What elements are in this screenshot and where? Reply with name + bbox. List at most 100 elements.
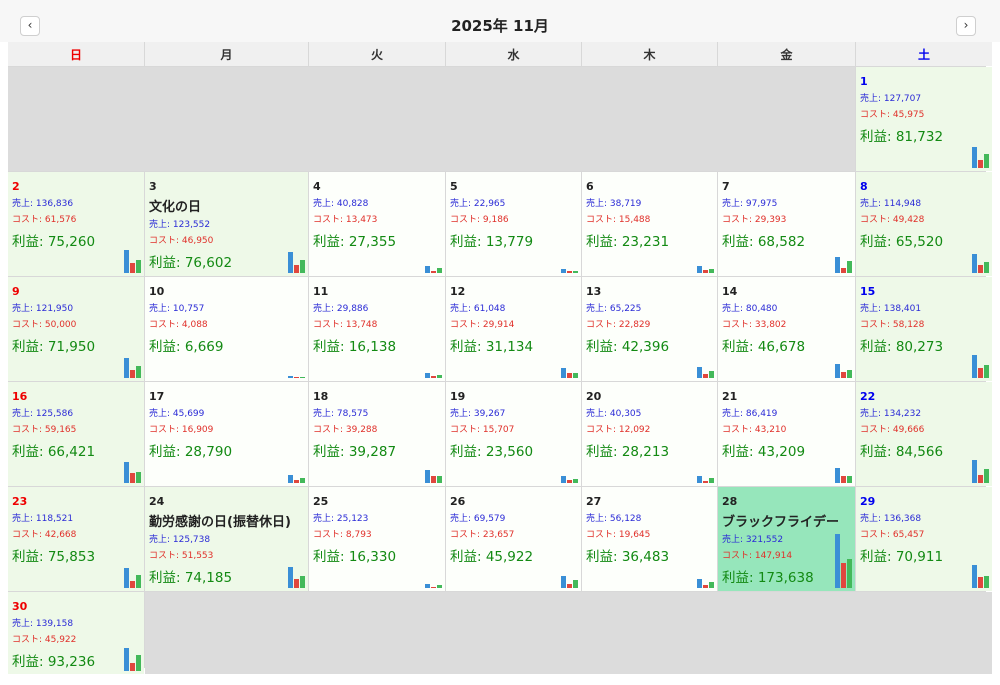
sales-amount: 売上: 134,232	[860, 409, 922, 419]
cost-bar	[130, 473, 135, 483]
day-cell[interactable]: 28 ブラックフライデー 売上: 321,552 コスト: 147,914 利益: 17…	[718, 487, 855, 591]
day-cell[interactable]: 7 売上: 97,975 コスト: 29,393 利益: 68,582	[718, 172, 855, 276]
profit-bar	[709, 269, 714, 273]
day-cell[interactable]: 10 売上: 10,757 コスト: 4,088 利益: 6,669	[145, 277, 308, 381]
profit-amount: 利益: 65,520	[860, 234, 944, 250]
profit-bar	[709, 582, 714, 588]
day-cell[interactable]: 24 勤労感謝の日(振替休日) 売上: 125,738 コスト: 51,553 利益: …	[145, 487, 308, 591]
cost-bar	[431, 476, 436, 483]
mini-bar-chart	[835, 322, 852, 378]
profit-bar	[136, 366, 141, 378]
sales-bar	[124, 462, 129, 483]
weekday-header: 木	[582, 42, 717, 66]
day-cell[interactable]: 8 売上: 114,948 コスト: 49,428 利益: 65,520	[856, 172, 992, 276]
day-number: 16	[12, 390, 28, 403]
day-cell[interactable]: 18 売上: 78,575 コスト: 39,288 利益: 39,287	[309, 382, 445, 486]
sales-bar	[972, 355, 977, 378]
cost-bar	[567, 584, 572, 588]
sales-bar	[288, 475, 293, 483]
day-cell[interactable]: 15 売上: 138,401 コスト: 58,128 利益: 80,273	[856, 277, 992, 381]
cost-amount: コスト: 13,748	[313, 320, 378, 330]
cost-bar	[703, 270, 708, 273]
day-cell[interactable]: 29 売上: 136,368 コスト: 65,457 利益: 70,911	[856, 487, 992, 591]
day-cell[interactable]: 12 売上: 61,048 コスト: 29,914 利益: 31,134	[446, 277, 581, 381]
cost-bar	[703, 585, 708, 588]
sales-bar	[972, 147, 977, 168]
mini-bar-chart	[561, 532, 578, 588]
next-month-button[interactable]: ›	[956, 16, 976, 36]
cost-bar	[978, 475, 983, 483]
profit-amount: 利益: 6,669	[149, 339, 224, 355]
day-cell[interactable]: 22 売上: 134,232 コスト: 49,666 利益: 84,566	[856, 382, 992, 486]
day-cell[interactable]: 9 売上: 121,950 コスト: 50,000 利益: 71,950	[8, 277, 144, 381]
profit-bar	[300, 576, 305, 588]
day-number: 30	[12, 600, 28, 613]
cost-amount: コスト: 59,165	[12, 425, 77, 435]
cost-bar	[978, 577, 983, 588]
profit-bar	[984, 365, 989, 378]
mini-bar-chart	[425, 217, 442, 273]
day-cell[interactable]: 16 売上: 125,586 コスト: 59,165 利益: 66,421	[8, 382, 144, 486]
cost-amount: コスト: 39,288	[313, 425, 378, 435]
day-cell[interactable]: 30 売上: 139,158 コスト: 45,922 利益: 93,236	[8, 592, 144, 674]
day-number: 5	[450, 180, 458, 193]
mini-bar-chart	[425, 427, 442, 483]
day-cell[interactable]: 27 売上: 56,128 コスト: 19,645 利益: 36,483	[582, 487, 717, 591]
profit-amount: 利益: 75,853	[12, 549, 96, 565]
day-cell[interactable]: 17 売上: 45,699 コスト: 16,909 利益: 28,790	[145, 382, 308, 486]
profit-bar	[573, 271, 578, 273]
cost-bar	[567, 271, 572, 273]
mini-bar-chart	[697, 217, 714, 273]
profit-bar	[136, 575, 141, 588]
day-cell[interactable]: 26 売上: 69,579 コスト: 23,657 利益: 45,922	[446, 487, 581, 591]
cost-amount: コスト: 29,914	[450, 320, 515, 330]
day-cell[interactable]: 2 売上: 136,836 コスト: 61,576 利益: 75,260	[8, 172, 144, 276]
cost-bar	[703, 481, 708, 483]
calendar-grid: 日月火水木金土 1 売上: 127,707 コスト: 45,975 利益: 81,732…	[8, 42, 992, 674]
profit-amount: 利益: 16,138	[313, 339, 397, 355]
cost-bar	[431, 376, 436, 378]
day-cell[interactable]: 23 売上: 118,521 コスト: 42,668 利益: 75,853	[8, 487, 144, 591]
mini-bar-chart	[288, 427, 305, 483]
day-number: 20	[586, 390, 602, 403]
cost-bar	[294, 480, 299, 483]
profit-bar	[847, 476, 852, 483]
profit-bar	[437, 375, 442, 378]
mini-bar-chart	[124, 532, 141, 588]
holiday-name: ブラックフライデー	[722, 515, 840, 530]
day-cell[interactable]: 14 売上: 80,480 コスト: 33,802 利益: 46,678	[718, 277, 855, 381]
profit-bar	[984, 262, 989, 273]
day-cell[interactable]: 19 売上: 39,267 コスト: 15,707 利益: 23,560	[446, 382, 581, 486]
sales-amount: 売上: 25,123	[313, 514, 369, 524]
day-number: 29	[860, 495, 876, 508]
day-cell[interactable]: 5 売上: 22,965 コスト: 9,186 利益: 13,779	[446, 172, 581, 276]
day-number: 13	[586, 285, 602, 298]
sales-bar	[561, 476, 566, 483]
cost-amount: コスト: 8,793	[313, 530, 372, 540]
day-cell[interactable]: 25 売上: 25,123 コスト: 8,793 利益: 16,330	[309, 487, 445, 591]
day-cell[interactable]: 20 売上: 40,305 コスト: 12,092 利益: 28,213	[582, 382, 717, 486]
day-cell[interactable]: 4 売上: 40,828 コスト: 13,473 利益: 27,355	[309, 172, 445, 276]
mini-bar-chart	[561, 427, 578, 483]
cost-bar	[978, 368, 983, 378]
day-cell[interactable]: 3 文化の日 売上: 123,552 コスト: 46,950 利益: 76,602	[145, 172, 308, 276]
sales-amount: 売上: 69,579	[450, 514, 506, 524]
sales-bar	[425, 584, 430, 588]
cost-bar	[841, 372, 846, 378]
day-cell[interactable]: 21 売上: 86,419 コスト: 43,210 利益: 43,209	[718, 382, 855, 486]
sales-bar	[124, 568, 129, 588]
profit-amount: 利益: 36,483	[586, 549, 670, 565]
cost-amount: コスト: 147,914	[722, 551, 793, 561]
day-number: 24	[149, 495, 165, 508]
day-cell[interactable]: 13 売上: 65,225 コスト: 22,829 利益: 42,396	[582, 277, 717, 381]
profit-amount: 利益: 93,236	[12, 654, 96, 670]
day-cell[interactable]: 1 売上: 127,707 コスト: 45,975 利益: 81,732	[856, 67, 992, 171]
day-number: 19	[450, 390, 466, 403]
day-cell[interactable]: 11 売上: 29,886 コスト: 13,748 利益: 16,138	[309, 277, 445, 381]
profit-amount: 利益: 66,421	[12, 444, 96, 460]
weekday-header: 金	[718, 42, 855, 66]
mini-bar-chart	[288, 532, 305, 588]
day-number: 23	[12, 495, 28, 508]
month-title: 2025年 11月	[451, 17, 549, 35]
day-cell[interactable]: 6 売上: 38,719 コスト: 15,488 利益: 23,231	[582, 172, 717, 276]
